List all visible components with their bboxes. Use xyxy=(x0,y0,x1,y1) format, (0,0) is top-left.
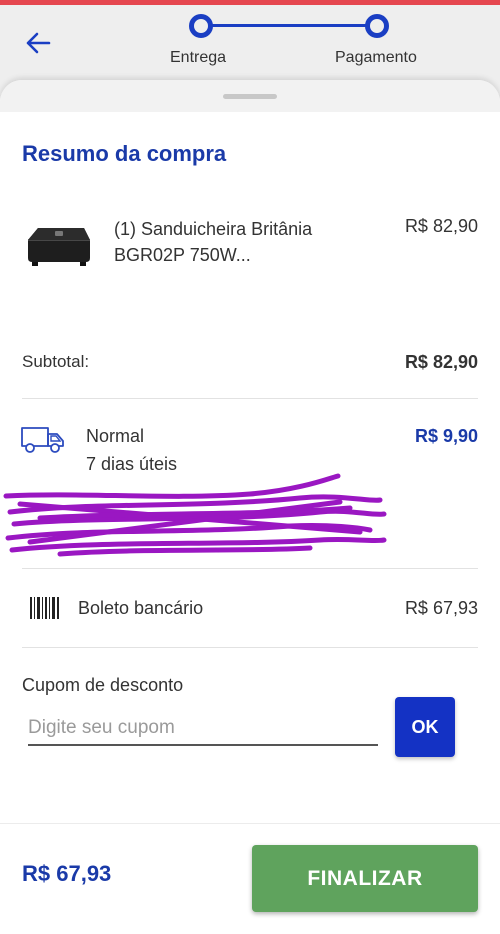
divider xyxy=(22,568,478,569)
step-indicator-payment xyxy=(365,14,389,38)
payment-value: R$ 67,93 xyxy=(404,598,478,618)
shipping-price: R$ 9,90 xyxy=(414,426,478,446)
divider xyxy=(22,398,478,399)
step-label-payment: Pagamento xyxy=(335,49,417,66)
stepper-connector xyxy=(212,24,366,27)
product-name: (1) Sanduicheira Britânia BGR02P 750W... xyxy=(114,219,313,265)
divider xyxy=(22,647,478,648)
step-indicator-delivery xyxy=(189,14,213,38)
apply-coupon-button[interactable]: OK xyxy=(395,697,455,757)
arrow-left-icon xyxy=(26,32,51,54)
back-button[interactable] xyxy=(20,25,56,61)
coupon-input[interactable] xyxy=(28,712,378,746)
truck-icon xyxy=(21,427,64,453)
barcode-icon xyxy=(30,597,59,619)
subtotal-label: Subtotal: xyxy=(22,352,90,371)
shipping-name: Normal xyxy=(86,426,145,446)
payment-method: Boleto bancário xyxy=(78,598,204,618)
subtotal-value: R$ 82,90 xyxy=(404,352,478,372)
product-price: R$ 82,90 xyxy=(404,216,478,236)
finalize-button[interactable]: FINALIZAR xyxy=(252,845,478,912)
step-label-delivery: Entrega xyxy=(170,49,227,66)
sheet-drag-handle[interactable] xyxy=(223,94,277,99)
product-image xyxy=(28,228,90,266)
redaction-scribble xyxy=(3,473,387,557)
coupon-label: Cupom de desconto xyxy=(22,675,184,695)
order-total: R$ 67,93 xyxy=(22,861,112,886)
page-title: Resumo da compra xyxy=(22,141,227,166)
